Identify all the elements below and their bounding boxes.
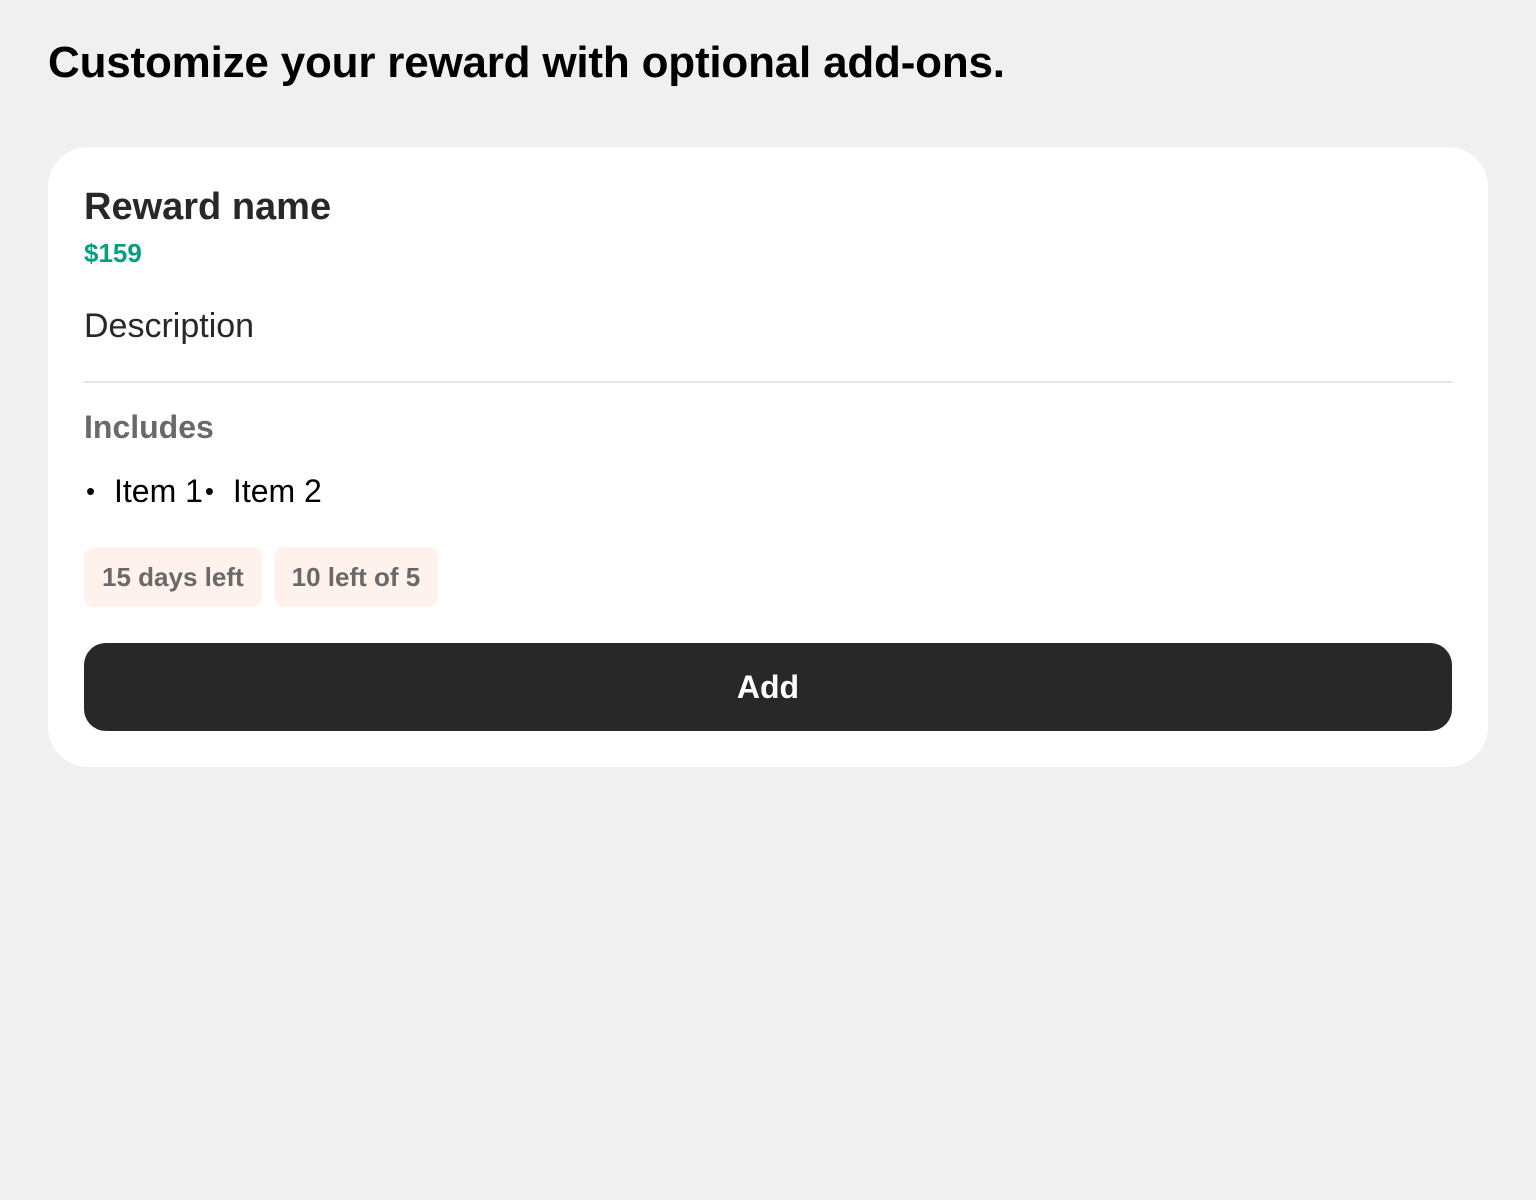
list-item-label: Item 1: [114, 473, 203, 509]
reward-description: Description: [84, 307, 255, 345]
tag-group: 15 days left 10 left of 5: [84, 547, 439, 607]
bullet-icon: •: [86, 476, 96, 506]
list-item: • Item 1: [84, 470, 203, 512]
bullet-icon: •: [204, 476, 215, 506]
includes-list: • Item 1 • Item 2: [84, 470, 322, 512]
page-title: Customize your reward with optional add-…: [48, 38, 1005, 87]
includes-label: Includes: [84, 409, 214, 445]
reward-card: Reward name $159 Description Includes • …: [48, 147, 1488, 767]
add-button[interactable]: Add: [84, 643, 1452, 731]
quantity-left-badge: 10 left of 5: [273, 547, 439, 607]
divider: [84, 381, 1452, 383]
reward-price: $159: [84, 238, 142, 268]
list-item: • Item 2: [203, 470, 322, 512]
list-item-label: Item 2: [232, 473, 322, 509]
reward-name: Reward name: [84, 186, 332, 228]
time-left-badge: 15 days left: [84, 547, 262, 607]
